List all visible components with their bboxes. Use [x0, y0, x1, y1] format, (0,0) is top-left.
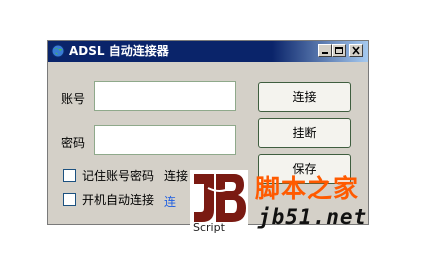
autostart-suffix: 连 — [164, 195, 177, 209]
remember-label: 记住账号密码 — [82, 169, 155, 183]
maximize-button[interactable] — [332, 44, 346, 57]
connect-button[interactable]: 连接 — [258, 82, 351, 112]
watermark-url: jb51.net — [258, 205, 368, 229]
password-label: 密码 — [61, 136, 86, 150]
remember-suffix: 连接 — [164, 169, 189, 183]
title-bar[interactable]: ADSL 自动连接器 — [48, 41, 368, 62]
autostart-label: 开机自动连接 — [82, 193, 155, 207]
autostart-checkbox[interactable] — [63, 193, 76, 206]
remember-checkbox[interactable] — [63, 169, 76, 182]
watermark-script-text: Script — [193, 221, 225, 234]
maximize-icon — [335, 47, 343, 54]
minimize-button[interactable] — [318, 44, 332, 57]
close-button[interactable] — [349, 44, 363, 57]
account-label: 账号 — [61, 92, 86, 106]
password-field[interactable] — [94, 125, 236, 155]
watermark-brand: 脚本之家 — [255, 174, 360, 203]
globe-icon — [51, 44, 65, 58]
disconnect-button[interactable]: 挂断 — [258, 118, 351, 148]
close-icon — [352, 46, 360, 55]
account-field[interactable] — [94, 81, 236, 111]
window-title: ADSL 自动连接器 — [69, 44, 169, 58]
minimize-icon — [322, 52, 328, 54]
